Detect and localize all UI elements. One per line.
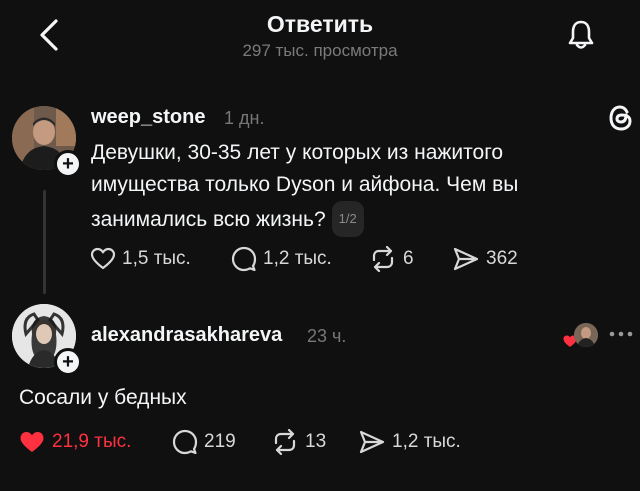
share-button[interactable]: 362	[452, 246, 518, 272]
repost-button[interactable]: 13	[271, 429, 326, 455]
heart-icon	[20, 432, 44, 452]
repost-button[interactable]: 6	[369, 246, 414, 272]
post-text-line: занимались всю жизнь? 1/2	[91, 201, 518, 237]
more-icon	[609, 331, 633, 337]
comment-button[interactable]: 1,2 тыс.	[231, 246, 332, 272]
heart-icon	[90, 247, 116, 270]
comment-button[interactable]: 219	[172, 429, 236, 455]
repost-count: 6	[403, 248, 414, 269]
notifications-button[interactable]	[566, 18, 596, 52]
like-count: 1,5 тыс.	[122, 248, 191, 269]
view-count: 297 тыс. просмотра	[242, 41, 398, 60]
like-count: 21,9 тыс.	[52, 431, 132, 452]
repost-icon	[274, 429, 296, 455]
post-text: Девушки, 30-35 лет у которых из нажитого…	[91, 137, 518, 237]
share-count: 362	[486, 248, 518, 269]
post-text-line: имущества только Dyson и айфона. Чем вы	[91, 173, 519, 196]
like-button[interactable]: 21,9 тыс.	[18, 429, 131, 455]
share-icon	[359, 430, 385, 454]
more-button[interactable]	[607, 324, 635, 344]
share-button[interactable]: 1,2 тыс.	[358, 429, 461, 455]
reply-time: 23 ч.	[307, 326, 347, 346]
thread-connector-line	[43, 190, 46, 294]
reply-username[interactable]: alexandrasakhareva	[91, 324, 282, 347]
repost-count: 13	[305, 431, 327, 452]
post-username[interactable]: weep_stone	[91, 106, 205, 129]
comment-count: 1,2 тыс.	[263, 248, 332, 269]
page-title: Ответить	[266, 11, 374, 37]
share-icon	[453, 247, 479, 271]
threads-logo-icon	[609, 105, 632, 131]
post-text-line-end: занимались всю жизнь?	[91, 208, 326, 231]
follow-button[interactable]: +	[54, 150, 82, 178]
repost-icon	[372, 246, 394, 272]
post-text-line: Девушки, 30-35 лет у которых из нажитого	[91, 141, 504, 164]
reply-text: Сосали у бедных	[19, 386, 187, 409]
avatar-photo	[574, 323, 598, 347]
comment-icon	[172, 429, 198, 455]
author-liked-avatar	[574, 323, 598, 347]
like-button[interactable]: 1,5 тыс.	[90, 246, 191, 272]
follow-button[interactable]: +	[54, 348, 82, 376]
header: Ответить 297 тыс. просмотра	[0, 0, 640, 80]
comment-icon	[231, 246, 257, 272]
share-count: 1,2 тыс.	[392, 431, 461, 452]
bell-icon	[568, 20, 594, 49]
page-indicator[interactable]: 1/2	[331, 201, 364, 237]
comment-count: 219	[204, 431, 236, 452]
post-time: 1 дн.	[224, 108, 265, 128]
